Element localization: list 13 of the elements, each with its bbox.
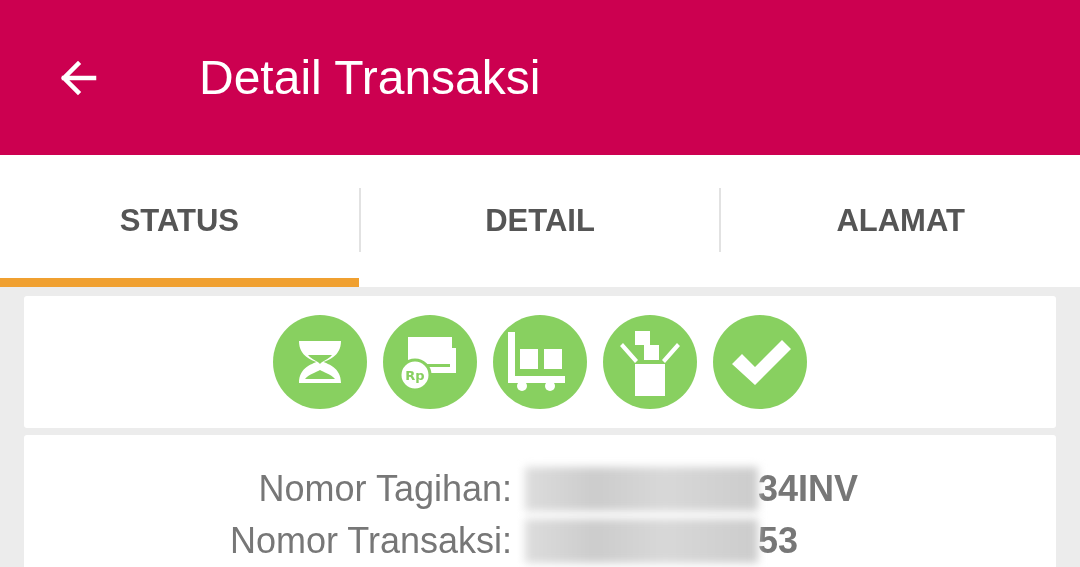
hourglass-icon bbox=[272, 314, 368, 410]
open-box-icon bbox=[602, 314, 698, 410]
tab[interactable]: DETAIL bbox=[360, 155, 720, 287]
field-value: 34INV bbox=[758, 467, 859, 511]
field-value: 53 bbox=[758, 519, 799, 563]
cart-icon bbox=[492, 314, 588, 410]
tab[interactable]: STATUS bbox=[0, 155, 359, 287]
payment-icon: Rp bbox=[382, 314, 478, 410]
field-label: Nomor Transaksi: bbox=[228, 519, 512, 563]
field-label: Nomor Tagihan: bbox=[257, 467, 512, 511]
check-icon bbox=[712, 314, 808, 410]
screen-title: Detail Transaksi bbox=[199, 50, 541, 105]
tab[interactable]: ALAMAT bbox=[721, 155, 1080, 287]
